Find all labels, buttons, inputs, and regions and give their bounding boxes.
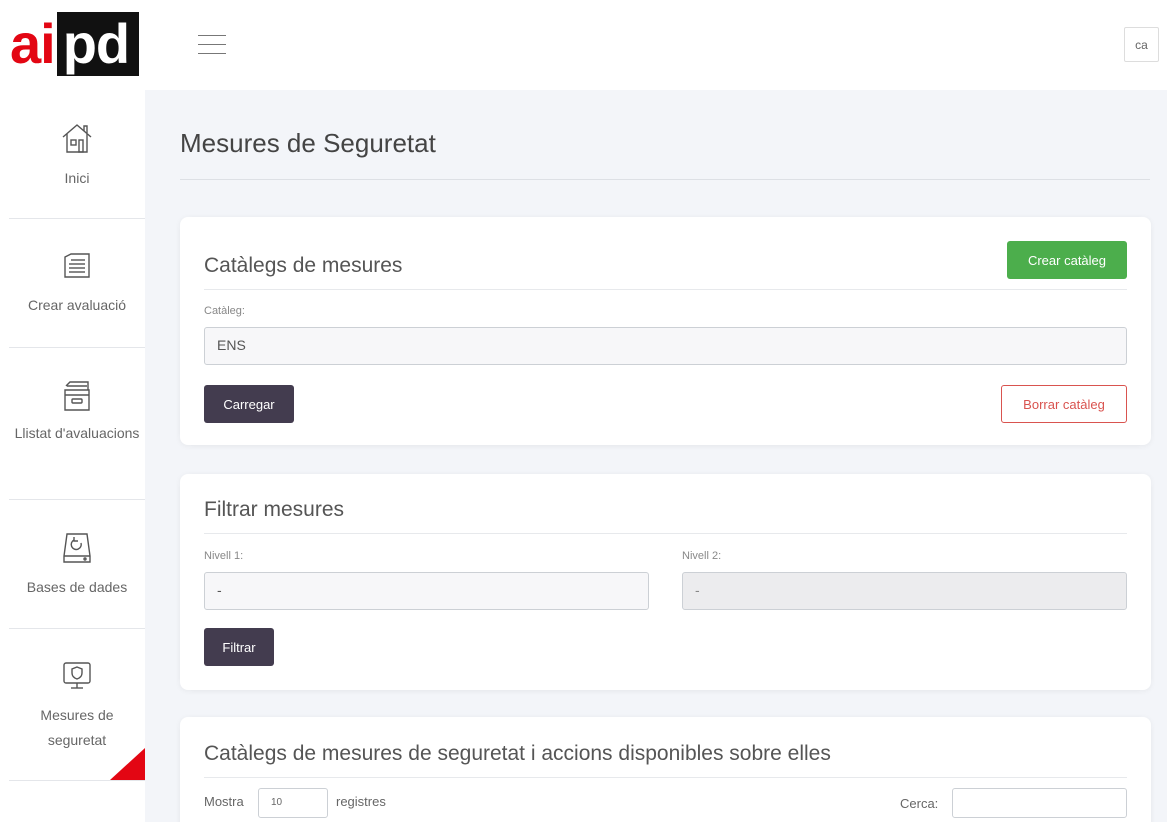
- level1-label: Nivell 1:: [204, 550, 244, 562]
- card-divider: [204, 289, 1127, 290]
- page-title: Mesures de Seguretat: [180, 128, 436, 158]
- sidebar: Inici Crear avaluació Llistat d'avaluaci: [0, 90, 145, 822]
- load-button[interactable]: Carregar: [204, 385, 294, 423]
- sidebar-item-inici[interactable]: Inici: [9, 90, 145, 219]
- catalogs-card-title: Catàlegs de mesures: [204, 254, 403, 277]
- page-size-select[interactable]: 10: [258, 788, 328, 818]
- table-card-title: Catàlegs de mesures de seguretat i accio…: [204, 742, 831, 765]
- level2-label: Nivell 2:: [682, 550, 722, 562]
- menu-toggle-icon[interactable]: [198, 35, 226, 55]
- sidebar-item-label: Bases de dades: [26, 579, 128, 595]
- sidebar-item-label: Llistat d'avaluacions: [14, 425, 140, 441]
- active-corner-marker: [110, 748, 145, 780]
- title-divider: [180, 179, 1150, 180]
- logo-text-pd: pd: [56, 12, 140, 76]
- catalog-label: Catàleg:: [204, 305, 245, 317]
- level1-select[interactable]: -: [204, 572, 649, 610]
- create-catalog-button[interactable]: Crear catàleg: [1007, 241, 1127, 279]
- home-icon: [9, 120, 145, 161]
- sidebar-item-bases-de-dades[interactable]: Bases de dades: [9, 500, 145, 629]
- sidebar-item-label: Crear avaluació: [27, 297, 127, 313]
- archive-icon: [9, 378, 145, 419]
- search-label: Cerca:: [900, 796, 939, 811]
- database-icon: [9, 530, 145, 571]
- monitor-shield-icon: [9, 659, 145, 698]
- level2-select[interactable]: -: [682, 572, 1127, 610]
- form-icon: [9, 251, 145, 288]
- records-label: registres: [336, 794, 386, 809]
- language-button[interactable]: ca: [1124, 27, 1159, 62]
- catalog-select[interactable]: ENS: [204, 327, 1127, 365]
- filter-button[interactable]: Filtrar: [204, 628, 274, 666]
- delete-catalog-button[interactable]: Borrar catàleg: [1001, 385, 1127, 423]
- catalogs-card: Catàlegs de mesures Crear catàleg Catàle…: [180, 217, 1151, 445]
- top-bar: ai pd ca: [0, 0, 1167, 90]
- table-card: Catàlegs de mesures de seguretat i accio…: [180, 717, 1151, 822]
- search-input[interactable]: [952, 788, 1127, 818]
- logo-text-ai: ai: [10, 12, 56, 75]
- aipd-logo[interactable]: ai pd: [10, 12, 140, 76]
- filter-card: Filtrar mesures Nivell 1: - Nivell 2: - …: [180, 474, 1151, 690]
- show-label: Mostra: [204, 794, 244, 809]
- sidebar-item-crear-avaluacio[interactable]: Crear avaluació: [9, 219, 145, 348]
- sidebar-item-label: Mesures de seguretat: [40, 707, 114, 748]
- card-divider: [204, 533, 1127, 534]
- card-divider: [204, 777, 1127, 778]
- sidebar-item-llistat-avaluacions[interactable]: Llistat d'avaluacions: [9, 348, 145, 500]
- filter-card-title: Filtrar mesures: [204, 498, 345, 521]
- sidebar-item-label: Inici: [64, 170, 90, 186]
